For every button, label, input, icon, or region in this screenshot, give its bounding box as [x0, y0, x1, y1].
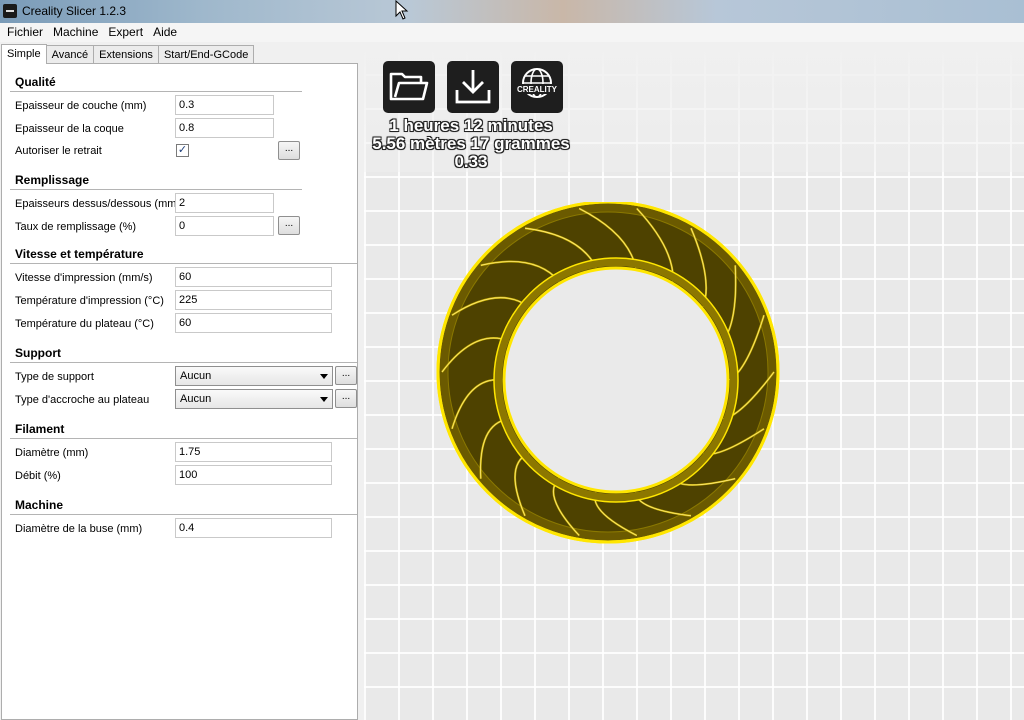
- section-divider: [10, 438, 357, 439]
- remplissage-more-button[interactable]: ...: [278, 216, 300, 235]
- save-gcode-button[interactable]: [447, 61, 499, 113]
- section-title-vitesse: Vitesse et température: [15, 247, 144, 261]
- layer-height-label: Epaisseur de couche (mm): [15, 100, 147, 112]
- bed-temp-input[interactable]: 60: [175, 313, 332, 333]
- print-time-text: 1 heures 12 minutes: [389, 116, 553, 135]
- support-type-label: Type de support: [15, 371, 94, 383]
- print-temp-input[interactable]: 225: [175, 290, 332, 310]
- mouse-cursor-icon: [395, 0, 409, 20]
- adhesion-type-label: Type d'accroche au plateau: [15, 394, 150, 406]
- open-file-button[interactable]: [383, 61, 435, 113]
- nozzle-size-input[interactable]: 0.4: [175, 518, 332, 538]
- inner-ring: [502, 266, 730, 494]
- shell-thickness-label: Epaisseur de la coque: [15, 123, 124, 135]
- adhesion-more-button[interactable]: ...: [335, 389, 357, 408]
- flow-label: Débit (%): [15, 470, 61, 482]
- creality-globe-icon: CREALITY: [517, 68, 558, 98]
- section-divider: [10, 362, 357, 363]
- tab-extensions[interactable]: Extensions: [93, 45, 159, 64]
- flow-input[interactable]: 100: [175, 465, 332, 485]
- shell-thickness-input[interactable]: 0.8: [175, 118, 274, 138]
- support-type-more-button[interactable]: ...: [335, 366, 357, 385]
- filament-diameter-input[interactable]: 1.75: [175, 442, 332, 462]
- tab-avance[interactable]: Avancé: [45, 45, 95, 64]
- folder-icon: [389, 72, 429, 101]
- retraction-label: Autoriser le retrait: [15, 145, 102, 157]
- layer-height-input[interactable]: 0.3: [175, 95, 274, 115]
- menu-machine[interactable]: Machine: [48, 23, 103, 42]
- tab-simple[interactable]: Simple: [1, 44, 47, 64]
- fill-density-label: Taux de remplissage (%): [15, 221, 137, 233]
- adhesion-type-select[interactable]: Aucun: [175, 389, 333, 409]
- section-title-qualite: Qualité: [15, 75, 56, 89]
- 3d-viewport[interactable]: CREALITY 1 heures 12 minutes 5.56 mètres…: [364, 42, 1024, 720]
- creality-cloud-button[interactable]: CREALITY: [511, 61, 563, 113]
- filament-diameter-label: Diamètre (mm): [15, 447, 89, 459]
- section-divider: [10, 91, 302, 92]
- menu-bar: Fichier Machine Expert Aide: [0, 23, 1024, 42]
- creality-logo-text: CREALITY: [517, 85, 558, 94]
- app-icon: [3, 4, 17, 18]
- nozzle-size-label: Diamètre de la buse (mm): [15, 523, 143, 535]
- title-bar: Creality Slicer 1.2.3: [0, 0, 1024, 23]
- chevron-down-icon: [320, 374, 328, 379]
- section-title-remplissage: Remplissage: [15, 173, 90, 187]
- support-type-select[interactable]: Aucun: [175, 366, 333, 386]
- menu-expert[interactable]: Expert: [103, 23, 148, 42]
- material-usage-text: 5.56 mètres 17 grammes: [372, 134, 570, 153]
- section-title-support: Support: [15, 346, 61, 360]
- section-divider: [10, 514, 357, 515]
- section-title-filament: Filament: [15, 422, 65, 436]
- fill-density-input[interactable]: 0: [175, 216, 274, 236]
- adhesion-type-value: Aucun: [180, 393, 212, 405]
- section-title-machine: Machine: [15, 498, 64, 512]
- menu-aide[interactable]: Aide: [148, 23, 182, 42]
- tab-start-end-gcode[interactable]: Start/End-GCode: [157, 45, 255, 64]
- download-icon: [455, 70, 491, 104]
- print-cost-text: 0.33: [454, 152, 488, 171]
- window-title: Creality Slicer 1.2.3: [22, 4, 127, 18]
- qualite-more-button[interactable]: ...: [278, 141, 300, 160]
- top-bottom-label: Epaisseurs dessus/dessous (mm): [15, 198, 181, 210]
- settings-tabs: Simple Avancé Extensions Start/End-GCode: [1, 44, 255, 64]
- fan-ring-model[interactable]: [434, 202, 784, 552]
- support-type-value: Aucun: [180, 370, 212, 382]
- settings-panel: Simple Avancé Extensions Start/End-GCode…: [0, 42, 364, 720]
- print-speed-input[interactable]: 60: [175, 267, 332, 287]
- print-temp-label: Température d'impression (°C): [15, 295, 164, 307]
- section-divider: [10, 189, 302, 190]
- print-speed-label: Vitesse d'impression (mm/s): [15, 272, 153, 284]
- menu-fichier[interactable]: Fichier: [2, 23, 48, 42]
- retraction-checkbox[interactable]: ✓: [176, 144, 189, 157]
- chevron-down-icon: [320, 397, 328, 402]
- settings-content: Qualité Epaisseur de couche (mm) 0.3 Epa…: [1, 63, 358, 720]
- top-bottom-input[interactable]: 2: [175, 193, 274, 213]
- bed-temp-label: Température du plateau (°C): [15, 318, 154, 330]
- section-divider: [10, 263, 357, 264]
